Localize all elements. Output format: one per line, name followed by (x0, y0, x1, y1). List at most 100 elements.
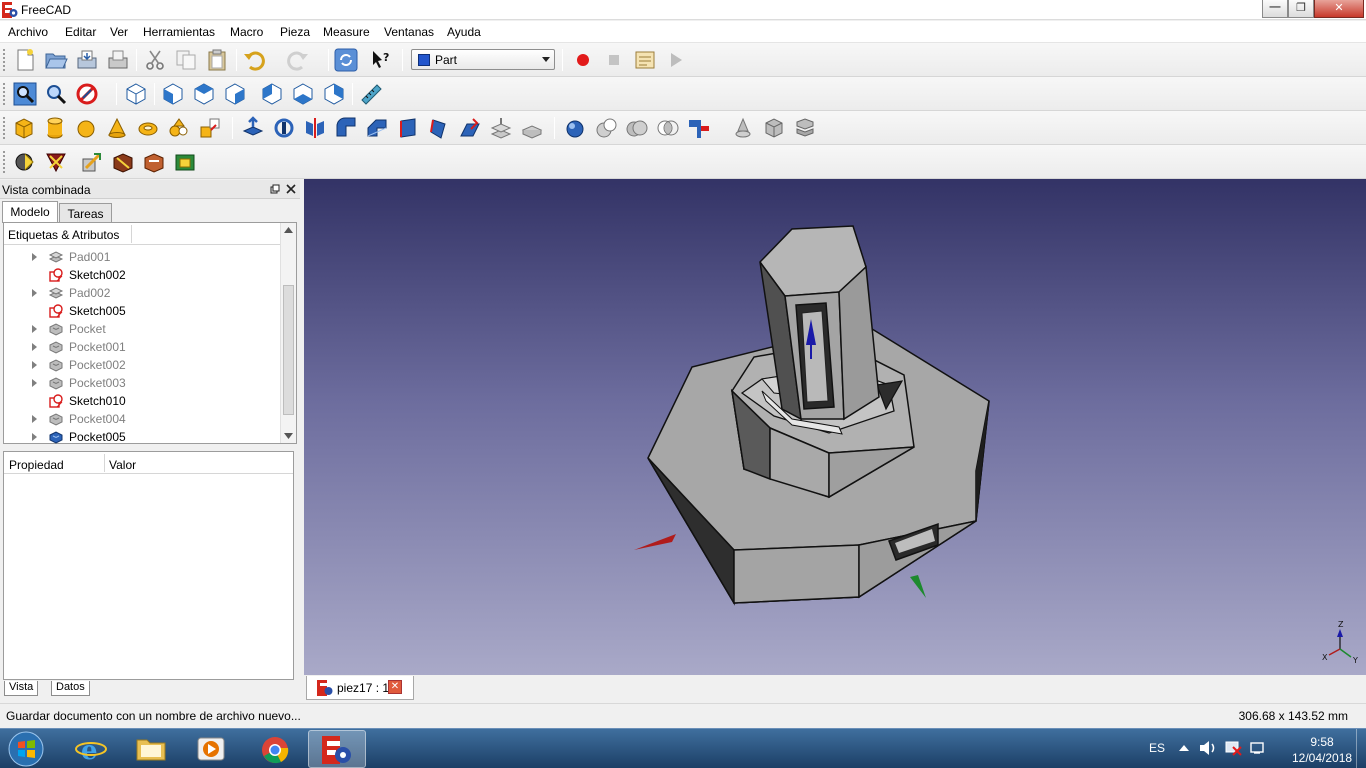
clock-time[interactable]: 9:58 (1292, 735, 1352, 749)
open-folder-icon[interactable] (44, 48, 68, 72)
menu-editar[interactable]: Editar (65, 25, 96, 39)
part-section-icon[interactable] (520, 116, 544, 140)
cross-sections-icon[interactable] (111, 150, 135, 174)
cut-icon[interactable] (143, 48, 167, 72)
menu-pieza[interactable]: Pieza (280, 25, 310, 39)
tree-item[interactable]: Sketch002 (4, 266, 280, 284)
part-fuse-icon[interactable] (625, 116, 649, 140)
taskbar-freecad[interactable] (308, 730, 366, 768)
tree-item[interactable]: Pocket003 (4, 374, 280, 392)
tab-datos[interactable]: Datos (51, 681, 90, 696)
thickness-icon[interactable] (173, 150, 197, 174)
view-front-icon[interactable] (161, 82, 185, 106)
taskbar-ie[interactable]: e (62, 730, 120, 768)
part-common-icon[interactable] (656, 116, 680, 140)
view-right-icon[interactable] (223, 82, 247, 106)
part-join-features-icon[interactable] (687, 116, 711, 140)
part-ruled-surface-icon[interactable] (427, 116, 451, 140)
tree-item[interactable]: Pad002 (4, 284, 280, 302)
taskbar-chrome[interactable] (246, 730, 304, 768)
part-fillet-icon[interactable] (334, 116, 358, 140)
taskbar-explorer[interactable] (122, 730, 180, 768)
clock-date[interactable]: 12/04/2018 (1292, 751, 1352, 765)
new-document-icon[interactable] (13, 48, 37, 72)
menu-ver[interactable]: Ver (110, 25, 128, 39)
menu-ventanas[interactable]: Ventanas (384, 25, 434, 39)
fit-selection-icon[interactable] (44, 82, 68, 106)
part-loft-icon[interactable] (458, 116, 482, 140)
draw-style-icon[interactable] (75, 82, 99, 106)
redo-icon[interactable] (286, 48, 310, 72)
paste-icon[interactable] (205, 48, 229, 72)
record-macro-icon[interactable] (571, 48, 595, 72)
part-make-face-icon[interactable] (396, 116, 420, 140)
part-boolean-icon[interactable] (563, 116, 587, 140)
tree-scrollbar[interactable] (280, 223, 296, 443)
part-check-geometry-icon[interactable] (762, 116, 786, 140)
part-compound-icon[interactable] (731, 116, 755, 140)
section-cut-icon[interactable] (44, 150, 68, 174)
save-as-icon[interactable] (106, 48, 130, 72)
close-panel-icon[interactable] (286, 184, 296, 194)
start-button-icon[interactable] (4, 730, 48, 768)
tree-scroll-thumb[interactable] (283, 285, 294, 415)
measure-distance-icon[interactable] (359, 82, 383, 106)
stop-macro-icon[interactable] (602, 48, 626, 72)
tab-modelo[interactable]: Modelo (2, 201, 58, 223)
menu-ayuda[interactable]: Ayuda (447, 25, 481, 39)
scroll-up-icon[interactable] (284, 226, 293, 234)
part-revolve-icon[interactable] (272, 116, 296, 140)
expand-arrow-icon[interactable] (32, 289, 37, 297)
run-macro-icon[interactable] (664, 48, 688, 72)
save-icon[interactable] (75, 48, 99, 72)
part-extrude-icon[interactable] (241, 116, 265, 140)
document-tab[interactable]: piez17 : 1 ✕ (306, 676, 414, 700)
menu-archivo[interactable]: Archivo (8, 25, 48, 39)
part-sweep-icon[interactable] (489, 116, 513, 140)
whats-this-icon[interactable]: ? (369, 48, 393, 72)
show-desktop-button[interactable] (1356, 729, 1366, 768)
minimize-button[interactable]: — (1262, 0, 1288, 18)
refresh-icon[interactable] (334, 48, 358, 72)
network-icon[interactable] (1224, 740, 1242, 756)
menu-macro[interactable]: Macro (230, 25, 263, 39)
maximize-button[interactable]: ❐ (1288, 0, 1314, 18)
close-tab-icon[interactable]: ✕ (388, 680, 402, 694)
float-panel-icon[interactable] (270, 184, 280, 194)
part-cone-icon[interactable] (105, 116, 129, 140)
offset-icon[interactable] (142, 150, 166, 174)
tree-item[interactable]: Pocket (4, 320, 280, 338)
tree-item[interactable]: Sketch005 (4, 302, 280, 320)
tree-item[interactable]: Sketch010 (4, 392, 280, 410)
tree-item[interactable]: Pocket004 (4, 410, 280, 428)
part-sphere-icon[interactable] (74, 116, 98, 140)
view-rear-icon[interactable] (260, 82, 284, 106)
part-defeaturing-icon[interactable] (793, 116, 817, 140)
taskbar-media-player[interactable] (182, 730, 240, 768)
close-window-button[interactable]: ✕ (1314, 0, 1364, 18)
part-primitives-icon[interactable] (167, 116, 191, 140)
part-shape-builder-icon[interactable] (198, 116, 222, 140)
scroll-down-icon[interactable] (284, 432, 293, 440)
part-box-icon[interactable] (12, 116, 36, 140)
expand-arrow-icon[interactable] (32, 415, 37, 423)
view-top-icon[interactable] (192, 82, 216, 106)
part-cylinder-icon[interactable] (43, 116, 67, 140)
copy-icon[interactable] (174, 48, 198, 72)
undo-icon[interactable] (242, 48, 266, 72)
part-mirror-icon[interactable] (303, 116, 327, 140)
3d-viewport[interactable]: Z X Y (304, 179, 1366, 675)
tree-item[interactable]: Pocket001 (4, 338, 280, 356)
expand-arrow-icon[interactable] (32, 343, 37, 351)
projection-icon[interactable] (80, 150, 104, 174)
edit-macro-icon[interactable] (633, 48, 657, 72)
expand-arrow-icon[interactable] (32, 379, 37, 387)
view-bottom-icon[interactable] (291, 82, 315, 106)
part-torus-icon[interactable] (136, 116, 160, 140)
menu-herramientas[interactable]: Herramientas (143, 25, 215, 39)
workbench-selector[interactable]: Part (411, 49, 555, 70)
part-chamfer-icon[interactable] (365, 116, 389, 140)
fit-all-icon[interactable] (13, 82, 37, 106)
attachment-icon[interactable] (13, 150, 37, 174)
action-center-icon[interactable] (1249, 740, 1265, 756)
